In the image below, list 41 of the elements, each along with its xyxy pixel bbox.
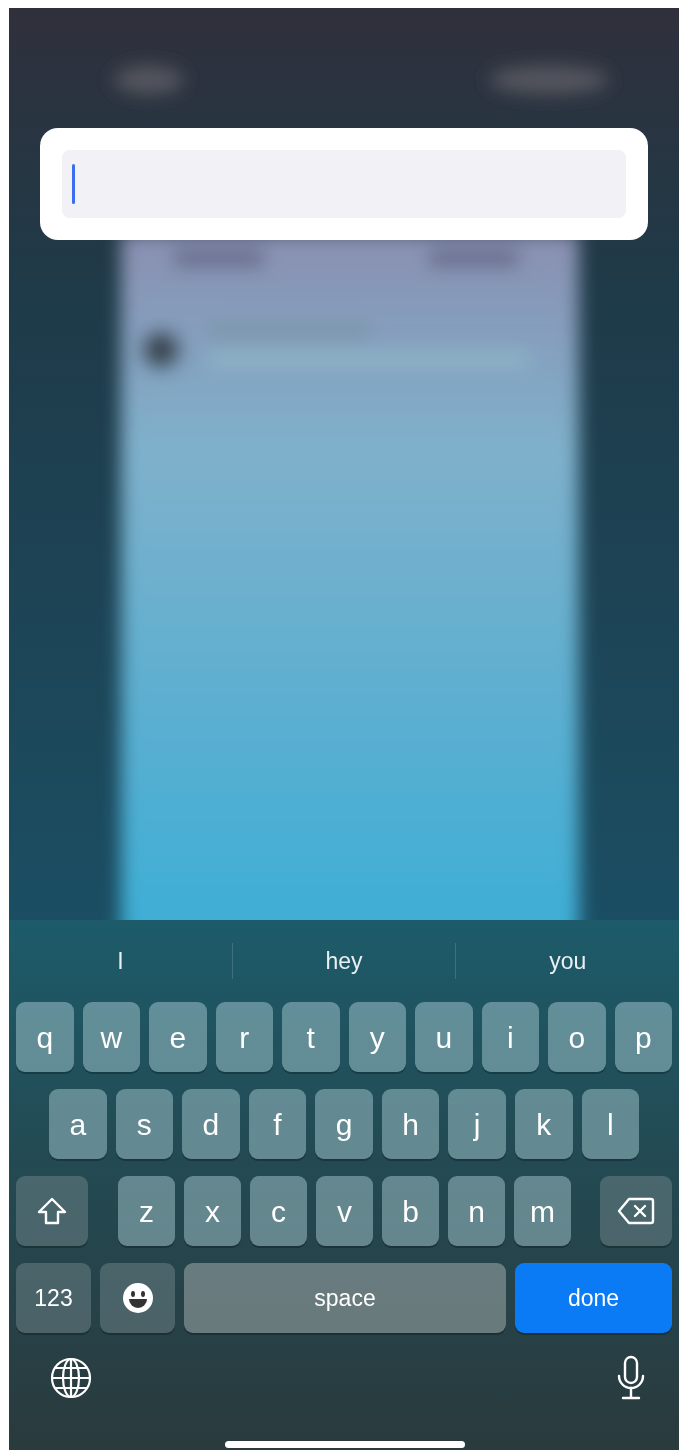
letter-key[interactable]: t (282, 1002, 340, 1072)
letter-key[interactable]: h (381, 1089, 440, 1159)
letter-key[interactable]: g (315, 1089, 373, 1159)
microphone-icon[interactable] (615, 1355, 647, 1401)
numbers-key[interactable]: 123 (16, 1263, 91, 1333)
letter-key[interactable]: s (115, 1089, 174, 1159)
letter-key[interactable]: u (415, 1002, 473, 1072)
backspace-key[interactable] (600, 1176, 672, 1246)
letter-key[interactable]: b (382, 1176, 439, 1246)
letter-key[interactable]: l (581, 1089, 640, 1159)
letter-key[interactable]: p (614, 1002, 672, 1072)
letter-key[interactable]: m (514, 1176, 571, 1246)
shift-icon (36, 1196, 68, 1226)
emoji-icon (121, 1282, 154, 1314)
letter-key[interactable]: z (118, 1176, 175, 1246)
emoji-key[interactable] (100, 1263, 175, 1333)
globe-icon[interactable] (49, 1356, 93, 1400)
done-key[interactable]: done (515, 1263, 672, 1333)
letter-key[interactable]: e (149, 1002, 207, 1072)
letter-key[interactable]: k (514, 1089, 573, 1159)
letter-key[interactable]: w (82, 1002, 140, 1072)
space-key[interactable]: space (184, 1263, 506, 1333)
letter-key[interactable]: f (248, 1089, 307, 1159)
suggestion[interactable]: you (549, 943, 587, 979)
letter-key[interactable]: j (448, 1089, 506, 1159)
letter-key[interactable]: q (16, 1002, 74, 1072)
backspace-icon (617, 1197, 655, 1225)
letter-key[interactable]: n (448, 1176, 505, 1246)
suggestion[interactable]: I (117, 943, 124, 979)
text-field[interactable] (62, 150, 626, 218)
letter-key[interactable]: d (182, 1089, 240, 1159)
shift-key[interactable] (16, 1176, 88, 1246)
letter-key[interactable]: v (316, 1176, 373, 1246)
letter-key[interactable]: o (548, 1002, 606, 1072)
letter-key[interactable]: i (481, 1002, 539, 1072)
letter-key[interactable]: x (184, 1176, 241, 1246)
letter-key[interactable]: c (250, 1176, 307, 1246)
letter-key[interactable]: r (215, 1002, 273, 1072)
suggestion[interactable]: hey (325, 943, 363, 979)
letter-key[interactable]: y (348, 1002, 406, 1072)
letter-key[interactable]: a (49, 1089, 107, 1159)
